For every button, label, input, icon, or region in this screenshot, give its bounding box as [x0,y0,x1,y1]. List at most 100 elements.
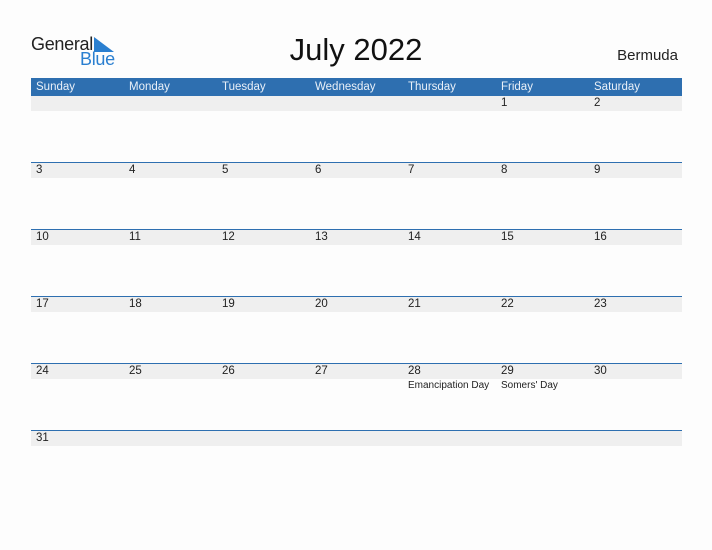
day-number: 27 [315,365,328,377]
day-cell: 21 [403,297,496,357]
day-number: 24 [36,365,49,377]
day-number: 3 [36,164,43,176]
day-number: 17 [36,298,49,310]
day-number: 26 [222,365,235,377]
week-row: 17 18 19 20 21 22 23 [31,296,682,364]
day-number [594,431,682,446]
day-number: 29 [501,365,514,377]
day-cell: 6 [310,163,403,223]
week-cells: 24 25 26 27 28 Emancipation Day 29 Somers' Day 3… [31,364,682,424]
day-cell: 14 [403,230,496,290]
calendar-grid: Sunday Monday Tuesday Wednesday Thursday… [31,78,682,498]
day-cell: 25 [124,364,217,424]
day-cell [310,431,403,491]
day-cell: 24 [31,364,124,424]
day-cell: 23 [589,297,682,357]
day-cell [217,96,310,156]
week-row: 24 25 26 27 28 Emancipation Day 29 Somers' Day 3… [31,363,682,431]
day-number: 14 [408,231,421,243]
day-cell: 19 [217,297,310,357]
day-number: 7 [408,164,415,176]
day-cell: 27 [310,364,403,424]
week-row: 12 [31,96,682,163]
day-number: 2 [594,97,601,109]
day-cell: 2 [589,96,682,156]
week-cells: 3 4 5 6 7 8 9 [31,163,682,223]
day-cell: 28 Emancipation Day [403,364,496,424]
day-number: 20 [315,298,328,310]
day-number [222,431,310,446]
day-number: 13 [315,231,328,243]
day-number: 11 [129,231,141,243]
weeks-container: 1 2 3 4 5 6 7 8 9 10 11 12 13 14 15 16 17 18 19 20 21 22 23 24 2… [31,96,682,498]
day-number: 4 [129,164,136,176]
day-number: 16 [594,231,607,243]
day-number: 10 [36,231,49,243]
weekday-tuesday: Tuesday [222,81,266,93]
day-number: 25 [129,365,142,377]
day-cell: 1 [496,96,589,156]
weekday-sunday: Sunday [36,81,76,93]
day-cell: 17 [31,297,124,357]
week-cells: 12 [31,96,682,156]
week-row: 10 11 12 13 14 15 16 [31,229,682,297]
day-number: 30 [594,365,607,377]
holiday-label: Emancipation Day [408,380,490,391]
day-cell: 18 [124,297,217,357]
holiday-label: Somers' Day [501,380,558,391]
day-number [36,96,124,111]
weekday-saturday: Saturday [594,81,641,93]
day-cell: 20 [310,297,403,357]
day-cell [589,431,682,491]
day-number [408,96,496,111]
weekday-friday: Friday [501,81,533,93]
day-number: 5 [222,164,229,176]
day-cell: 5 [217,163,310,223]
day-cell [124,431,217,491]
day-number: 28 [408,365,421,377]
day-number [315,431,403,446]
day-cell: 4 [124,163,217,223]
day-number: 21 [408,298,421,310]
day-cell: 9 [589,163,682,223]
day-number: 15 [501,231,514,243]
day-cell: 3 [31,163,124,223]
calendar-title: July 2022 [289,32,423,67]
day-cell: 13 [310,230,403,290]
day-number [408,431,496,446]
day-number [501,431,589,446]
day-cell [124,96,217,156]
weekday-monday: Monday [129,81,170,93]
day-number [222,96,310,111]
day-number: 1 [501,97,508,109]
day-cell: 29 Somers' Day [496,364,589,424]
day-number: 22 [501,298,514,310]
day-cell: 11 [124,230,217,290]
week-cells: 10 11 12 13 14 15 16 [31,230,682,290]
day-number: 9 [594,164,601,176]
day-cell: 15 [496,230,589,290]
day-number: 18 [129,298,142,310]
day-cell [310,96,403,156]
day-cell [496,431,589,491]
day-number [129,431,217,446]
day-cell [31,96,124,156]
day-cell: 30 [589,364,682,424]
day-cell [217,431,310,491]
day-number [315,96,403,111]
day-cell: 8 [496,163,589,223]
day-cell: 7 [403,163,496,223]
day-cell: 12 [217,230,310,290]
country-label: Bermuda [617,47,678,64]
week-row: 31 [31,430,682,498]
week-cells: 17 18 19 20 21 22 23 [31,297,682,357]
day-cell: 16 [589,230,682,290]
day-number: 19 [222,298,235,310]
day-cell: 31 [31,431,124,491]
day-cell [403,431,496,491]
weekday-header: Sunday Monday Tuesday Wednesday Thursday… [31,78,682,96]
day-number: 23 [594,298,607,310]
day-number [129,96,217,111]
week-row: 3 4 5 6 7 8 9 [31,162,682,230]
weekday-wednesday: Wednesday [315,81,376,93]
